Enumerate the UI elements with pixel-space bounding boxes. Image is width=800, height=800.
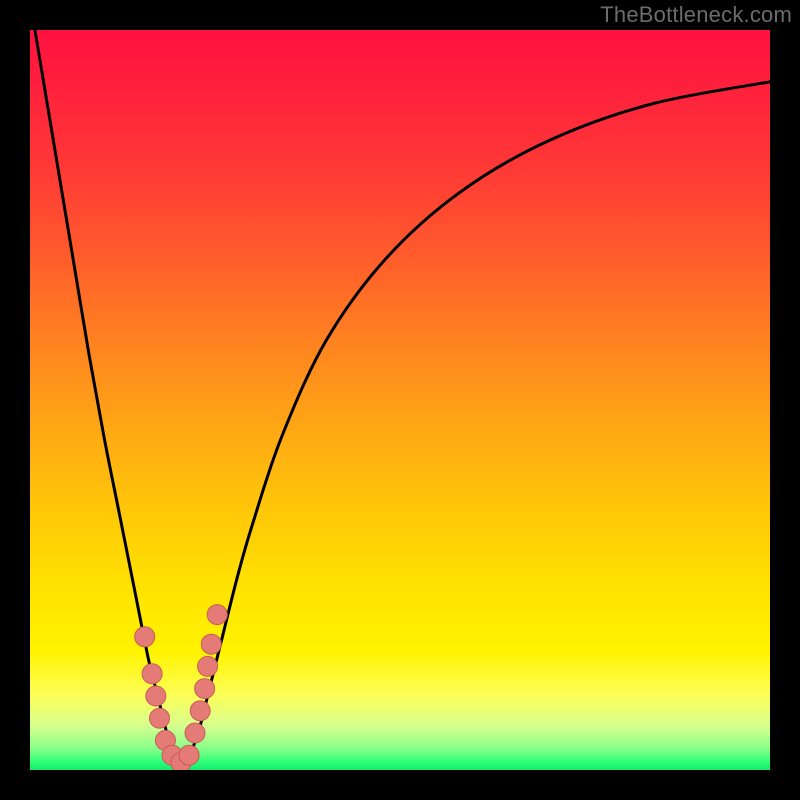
data-marker	[190, 701, 210, 721]
data-marker	[146, 686, 166, 706]
data-marker	[185, 723, 205, 743]
data-marker	[198, 656, 218, 676]
plot-area	[30, 30, 770, 770]
data-marker	[135, 627, 155, 647]
watermark-text: TheBottleneck.com	[600, 2, 792, 28]
data-marker	[195, 679, 215, 699]
data-marker	[201, 634, 221, 654]
curve-layer	[30, 30, 770, 770]
data-marker	[179, 745, 199, 765]
bottleneck-curve	[30, 30, 770, 764]
data-marker	[207, 605, 227, 625]
chart-frame: TheBottleneck.com	[0, 0, 800, 800]
data-marker	[150, 708, 170, 728]
data-marker	[142, 664, 162, 684]
